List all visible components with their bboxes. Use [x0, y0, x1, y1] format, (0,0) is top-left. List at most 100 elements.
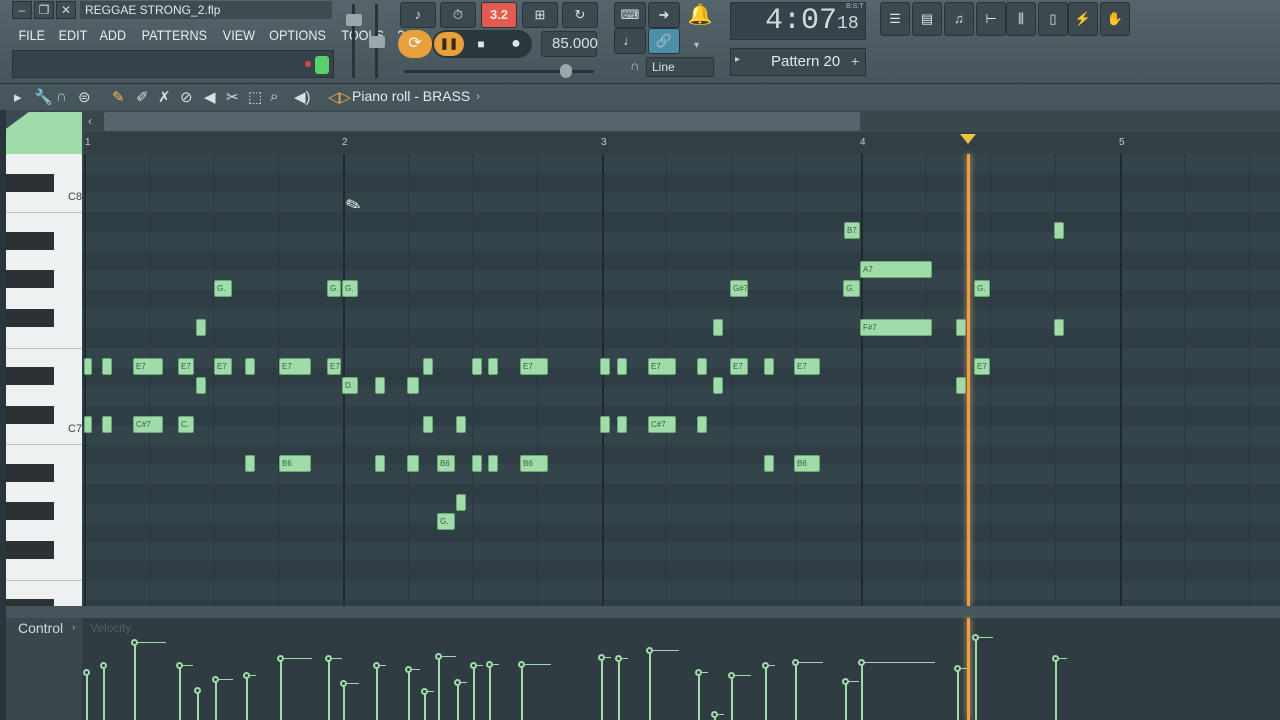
mixer-icon[interactable]: ⫼ — [1006, 2, 1036, 36]
note[interactable] — [196, 377, 206, 395]
black-key[interactable] — [6, 270, 54, 288]
select-tool-icon[interactable]: ⬚ — [248, 88, 262, 106]
touch-icon[interactable]: ✋ — [1100, 2, 1130, 36]
velocity-handle[interactable] — [100, 662, 107, 669]
note[interactable]: G#7 — [730, 280, 748, 298]
menu-patterns[interactable]: PATTERNS — [137, 24, 211, 46]
song-position-slider[interactable] — [560, 64, 572, 78]
velocity-stem[interactable] — [457, 683, 459, 720]
note[interactable]: B6 — [437, 455, 455, 472]
velocity-stem[interactable] — [438, 657, 440, 720]
velocity-stem[interactable] — [408, 670, 410, 720]
instrument-arrow-icon[interactable]: ◁▷ — [328, 88, 351, 106]
black-key[interactable] — [6, 309, 54, 327]
note[interactable]: B6 — [520, 455, 548, 472]
note[interactable]: D. — [342, 377, 358, 395]
metronome-icon[interactable]: ♪ — [400, 2, 436, 28]
velocity-stem[interactable] — [861, 663, 863, 720]
velocity-stem[interactable] — [489, 665, 491, 720]
countdown-badge[interactable]: 3.2 — [481, 2, 517, 28]
timeline-ruler[interactable] — [84, 132, 1280, 154]
note[interactable] — [472, 358, 482, 375]
corner-widget[interactable] — [6, 112, 82, 154]
note[interactable]: E7 — [794, 358, 820, 375]
velocity-stem[interactable] — [618, 659, 620, 720]
velocity-handle[interactable] — [194, 687, 201, 694]
note[interactable]: E7 — [178, 358, 194, 375]
close-icon[interactable]: ✕ — [56, 1, 76, 19]
note[interactable] — [407, 377, 419, 395]
black-key[interactable] — [6, 232, 54, 250]
velocity-stem[interactable] — [765, 666, 767, 720]
velocity-lane[interactable] — [82, 618, 1280, 720]
black-key[interactable] — [6, 367, 54, 385]
note[interactable] — [102, 416, 112, 434]
note[interactable]: E7 — [279, 358, 311, 375]
brush-tool-icon[interactable]: ✐ — [136, 88, 149, 106]
pattern-selector[interactable]: ▸ Pattern 20 + — [730, 48, 866, 76]
velocity-stem[interactable] — [134, 643, 136, 720]
velocity-stem[interactable] — [376, 666, 378, 720]
speaker-mute-icon[interactable]: ◀ — [204, 88, 216, 106]
black-key[interactable] — [6, 464, 54, 482]
pencil-tool-icon[interactable]: ✎ — [112, 88, 125, 106]
velocity-stem[interactable] — [649, 651, 651, 720]
note[interactable]: C. — [178, 416, 194, 434]
step-edit-icon[interactable]: ⊞ — [522, 2, 558, 28]
velocity-stem[interactable] — [957, 669, 959, 720]
slice-tool-icon[interactable]: ✂ — [226, 88, 239, 106]
menu-options[interactable]: OPTIONS — [265, 24, 331, 46]
piano-roll-icon[interactable]: ♫ — [944, 2, 974, 36]
playback-tool-icon[interactable]: ◀) — [294, 88, 311, 106]
link-icon[interactable]: 🔗 — [648, 28, 680, 54]
velocity-stem[interactable] — [795, 663, 797, 720]
note[interactable] — [713, 377, 723, 395]
velocity-stem[interactable] — [975, 638, 977, 720]
note[interactable]: B6 — [279, 455, 311, 472]
velocity-stem[interactable] — [1055, 659, 1057, 720]
note[interactable]: E7 — [327, 358, 341, 375]
black-key[interactable] — [6, 174, 54, 192]
note-grid[interactable]: B7 A7 G. G. G. G#7 G. G. F#7 E7 E7 E7 E7 E7 E7 E7 E7 E7 E7… — [82, 154, 1280, 606]
velocity-stem[interactable] — [698, 673, 700, 720]
add-pattern-icon[interactable]: + — [851, 53, 859, 69]
velocity-stem[interactable] — [179, 666, 181, 720]
scrollbar-thumb[interactable] — [104, 112, 860, 131]
playlist-icon[interactable]: ☰ — [880, 2, 910, 36]
velocity-stem[interactable] — [731, 676, 733, 720]
loop-record-icon[interactable]: ↻ — [562, 2, 598, 28]
note[interactable]: G. — [437, 513, 455, 531]
minimize-icon[interactable]: – — [12, 1, 32, 19]
menu-edit[interactable]: EDIT — [54, 24, 92, 46]
note[interactable] — [1054, 222, 1064, 240]
note[interactable]: E7 — [648, 358, 676, 375]
menu-view[interactable]: VIEW — [218, 24, 259, 46]
arrow-right-icon[interactable]: ➜ — [648, 2, 680, 28]
velocity-stem[interactable] — [215, 680, 217, 720]
note[interactable] — [488, 358, 498, 375]
note[interactable] — [245, 358, 255, 375]
browser-icon[interactable]: ⊢ — [976, 2, 1006, 36]
black-key[interactable] — [6, 406, 54, 424]
snap-selector[interactable]: Line — [646, 57, 714, 77]
note[interactable]: E7 — [974, 358, 990, 375]
note[interactable] — [956, 319, 966, 337]
note[interactable] — [617, 358, 627, 375]
velocity-stem[interactable] — [246, 676, 248, 720]
note[interactable] — [84, 358, 92, 375]
project-info-icon[interactable]: ▯ — [1038, 2, 1068, 36]
note[interactable]: E7 — [730, 358, 748, 375]
note[interactable] — [488, 455, 498, 472]
note[interactable] — [196, 319, 206, 337]
record-button[interactable]: ● — [502, 32, 530, 56]
bell-icon[interactable]: 🔔 — [686, 2, 714, 32]
note[interactable] — [472, 455, 482, 472]
velocity-stem[interactable] — [328, 659, 330, 720]
velocity-handle[interactable] — [83, 669, 90, 676]
note[interactable]: B7 — [844, 222, 860, 240]
pattern-arrow-icon[interactable]: ▸ — [735, 54, 740, 65]
note[interactable] — [407, 455, 419, 472]
note[interactable]: G. — [342, 280, 358, 298]
note[interactable] — [600, 416, 610, 434]
note[interactable]: E7 — [520, 358, 548, 375]
